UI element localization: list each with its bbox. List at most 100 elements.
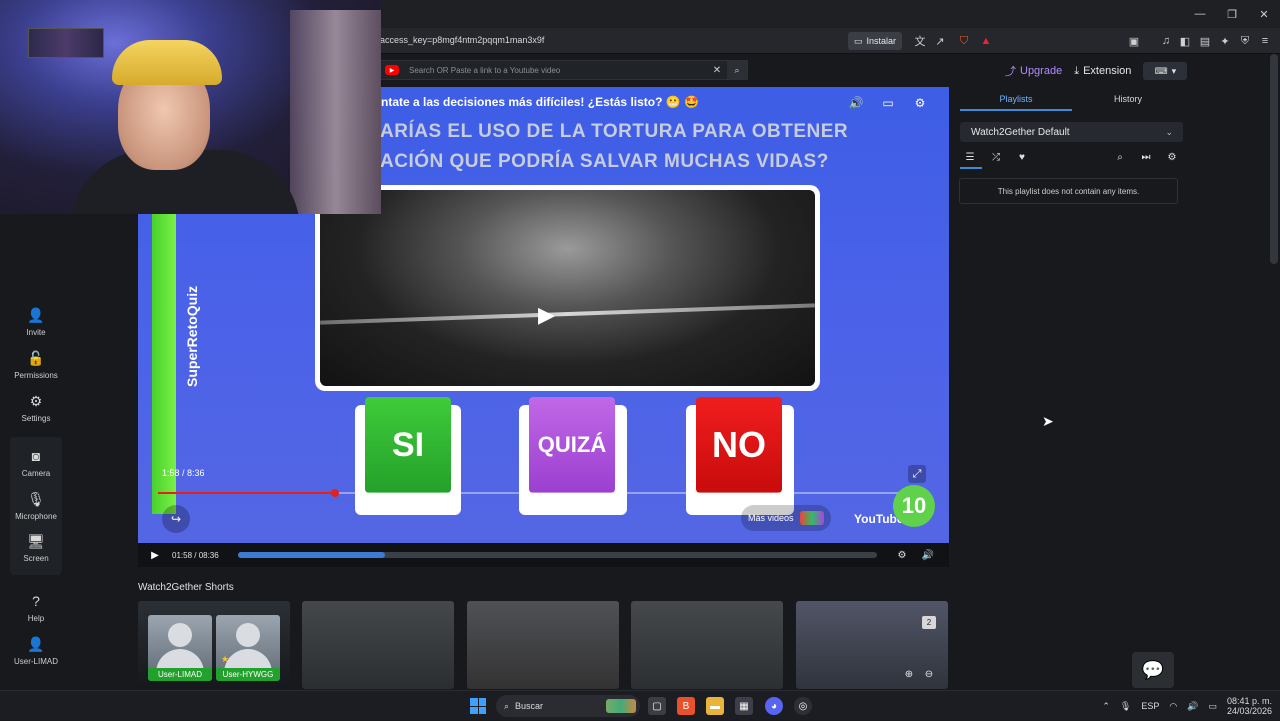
clear-icon[interactable]: ✕ bbox=[707, 65, 727, 76]
sidebar-item-user[interactable]: 👤 User-LIMAD bbox=[8, 635, 64, 667]
playlist-select[interactable]: Watch2Gether Default ⌄ bbox=[960, 122, 1183, 142]
clock-date: 24/03/2026 bbox=[1226, 706, 1272, 716]
wallet-icon[interactable]: ▤ bbox=[1197, 33, 1213, 49]
menu-icon[interactable]: ≡ bbox=[1257, 33, 1273, 49]
volume-icon[interactable]: 🔊 bbox=[847, 95, 865, 111]
heart-icon[interactable]: ♥ bbox=[1014, 149, 1030, 165]
play-icon[interactable]: ▶ bbox=[138, 550, 172, 561]
short-thumbnail[interactable] bbox=[302, 601, 454, 689]
volume-icon[interactable]: 🔊 bbox=[1187, 701, 1198, 712]
close-icon[interactable]: ✕ bbox=[1248, 0, 1280, 28]
brave-browser-icon[interactable]: B bbox=[677, 697, 695, 715]
user-card[interactable]: ★ User-HYWGG bbox=[216, 615, 280, 681]
rewards-icon[interactable]: ▲ bbox=[978, 33, 994, 49]
upgrade-button[interactable]: ⤴ Upgrade bbox=[1005, 63, 1062, 79]
share-icon[interactable]: ↪ bbox=[162, 505, 190, 533]
unlock-icon: 🔓 bbox=[27, 349, 45, 366]
translate-icon[interactable]: 文 bbox=[912, 33, 928, 49]
search-icon[interactable]: ⌕ bbox=[727, 61, 747, 79]
app-icon[interactable]: ◎ bbox=[794, 697, 812, 715]
search-icon[interactable]: ⌕ bbox=[1112, 149, 1128, 165]
sidebar-item-label: Help bbox=[27, 614, 45, 623]
mouse-cursor-icon: ➤ bbox=[1042, 413, 1054, 429]
captions-icon[interactable]: ▭ bbox=[879, 95, 897, 111]
settings-icon[interactable]: ⚙ bbox=[889, 550, 915, 561]
wifi-icon[interactable]: ◠ bbox=[1169, 701, 1177, 712]
sidebar-item-screen[interactable]: 🖥 Screen bbox=[8, 532, 64, 564]
install-button[interactable]: ▭ Instalar bbox=[848, 32, 903, 50]
list-icon[interactable]: ☰ bbox=[962, 149, 978, 165]
avatar-head bbox=[236, 623, 260, 647]
user-name: User-LIMAD bbox=[148, 668, 212, 681]
taskbar-search[interactable]: ⌕ Buscar bbox=[496, 695, 640, 717]
share-icon[interactable]: ↗ bbox=[932, 33, 948, 49]
microphone-icon: 🎙 bbox=[27, 490, 45, 507]
music-icon[interactable]: ♫ bbox=[1158, 33, 1174, 49]
scrollbar[interactable] bbox=[1270, 54, 1278, 264]
barbed-wire bbox=[320, 303, 815, 325]
video-question: ARÍAS EL USO DE LA TORTURA PARA OBTENER … bbox=[380, 117, 848, 177]
sidebar-item-invite[interactable]: 👤 Invite bbox=[8, 306, 64, 338]
sidebar-item-settings[interactable]: ⚙ Settings bbox=[8, 392, 64, 424]
fullscreen-icon[interactable]: ⤢ bbox=[908, 465, 926, 483]
language-indicator[interactable]: ESP bbox=[1141, 701, 1159, 711]
user-card[interactable]: User-LIMAD bbox=[148, 615, 212, 681]
sidebar-item-label: Microphone bbox=[15, 512, 57, 521]
skip-icon[interactable]: ⏭ bbox=[1138, 149, 1154, 165]
volume-icon[interactable]: 🔊 bbox=[915, 550, 941, 561]
taskbar: ⌕ Buscar ▢ B ▬ ▦ ◕ ◎ ⌃ 🎙 ESP ◠ 🔊 ▭ 08:41… bbox=[0, 690, 1280, 720]
extension-button[interactable]: ⤓ Extension bbox=[1074, 65, 1131, 78]
chat-icon[interactable]: 💬 bbox=[1132, 652, 1174, 688]
embedded-progress-knob[interactable] bbox=[331, 489, 340, 497]
task-view-icon[interactable]: ▢ bbox=[648, 697, 666, 715]
brand-label: SuperRetoQuiz bbox=[174, 247, 200, 397]
countdown-badge: 10 bbox=[893, 485, 935, 527]
sidebar-toggle-icon[interactable]: ◧ bbox=[1177, 33, 1193, 49]
player-progress-bar[interactable] bbox=[238, 552, 877, 558]
more-videos-button[interactable]: Más videos bbox=[741, 505, 831, 531]
zoom-out-icon[interactable]: ⊖ bbox=[922, 667, 936, 681]
sidebar-item-help[interactable]: ? Help bbox=[8, 592, 64, 623]
short-thumbnail[interactable] bbox=[467, 601, 619, 689]
vpn-icon[interactable]: ⛨ bbox=[1237, 33, 1253, 49]
sidebar-item-permissions[interactable]: 🔓 Permissions bbox=[8, 349, 64, 381]
keyboard-dropdown[interactable]: ⌨ ▾ bbox=[1143, 62, 1188, 80]
search-input[interactable]: Search OR Paste a link to a Youtube vide… bbox=[409, 66, 707, 75]
minimize-icon[interactable]: — bbox=[1184, 0, 1216, 28]
store-icon[interactable]: ▦ bbox=[735, 697, 753, 715]
sidebar-item-microphone[interactable]: 🎙 Microphone bbox=[8, 490, 64, 522]
settings-icon[interactable]: ⚙ bbox=[911, 95, 929, 111]
screenshot-icon[interactable]: ▣ bbox=[1126, 33, 1142, 49]
question-image-frame: ▶ bbox=[315, 185, 820, 391]
question-line-2: ACIÓN QUE PODRÍA SALVAR MUCHAS VIDAS? bbox=[380, 151, 829, 172]
clock[interactable]: 08:41 p. m. 24/03/2026 bbox=[1227, 696, 1272, 716]
zoom-in-icon[interactable]: ⊕ bbox=[902, 667, 916, 681]
maximize-icon[interactable]: ❐ bbox=[1216, 0, 1248, 28]
shuffle-icon[interactable]: ⤮ bbox=[988, 149, 1004, 165]
microphone-icon[interactable]: 🎙 bbox=[1120, 701, 1131, 712]
player-controls: ▶ 01:58 / 08:36 ⚙ 🔊 bbox=[138, 543, 949, 567]
short-thumbnail[interactable] bbox=[631, 601, 783, 689]
tab-history[interactable]: History bbox=[1072, 91, 1184, 111]
install-icon: ▭ bbox=[854, 35, 863, 46]
embedded-progress-bar[interactable] bbox=[158, 489, 928, 497]
tab-playlists[interactable]: Playlists bbox=[960, 91, 1072, 111]
url-text[interactable]: access_key=p8mgf4ntm2pqqm1man3x9f bbox=[380, 35, 544, 45]
windows-start-icon[interactable] bbox=[470, 698, 486, 714]
file-explorer-icon[interactable]: ▬ bbox=[706, 697, 724, 715]
sidebar-item-label: Screen bbox=[23, 554, 49, 563]
sidebar-item-camera[interactable]: ◙ Camera bbox=[8, 447, 64, 478]
brave-shield-icon[interactable]: ⛉ bbox=[956, 33, 972, 49]
clock-time: 08:41 p. m. bbox=[1226, 696, 1272, 706]
battery-icon[interactable]: ▭ bbox=[1208, 701, 1217, 712]
wall-poster bbox=[28, 28, 104, 58]
playlist-name: Watch2Gether Default bbox=[971, 126, 1070, 138]
chevron-up-icon[interactable]: ⌃ bbox=[1102, 701, 1110, 712]
play-icon[interactable]: ▶ bbox=[538, 302, 555, 328]
chevron-down-icon: ▾ bbox=[1171, 65, 1177, 76]
ai-icon[interactable]: ✦ bbox=[1217, 33, 1233, 49]
gear-icon[interactable]: ⚙ bbox=[1164, 149, 1180, 165]
player-time: 01:58 / 08:36 bbox=[172, 550, 219, 560]
star-icon: ★ bbox=[221, 654, 230, 664]
discord-icon[interactable]: ◕ bbox=[765, 697, 783, 715]
